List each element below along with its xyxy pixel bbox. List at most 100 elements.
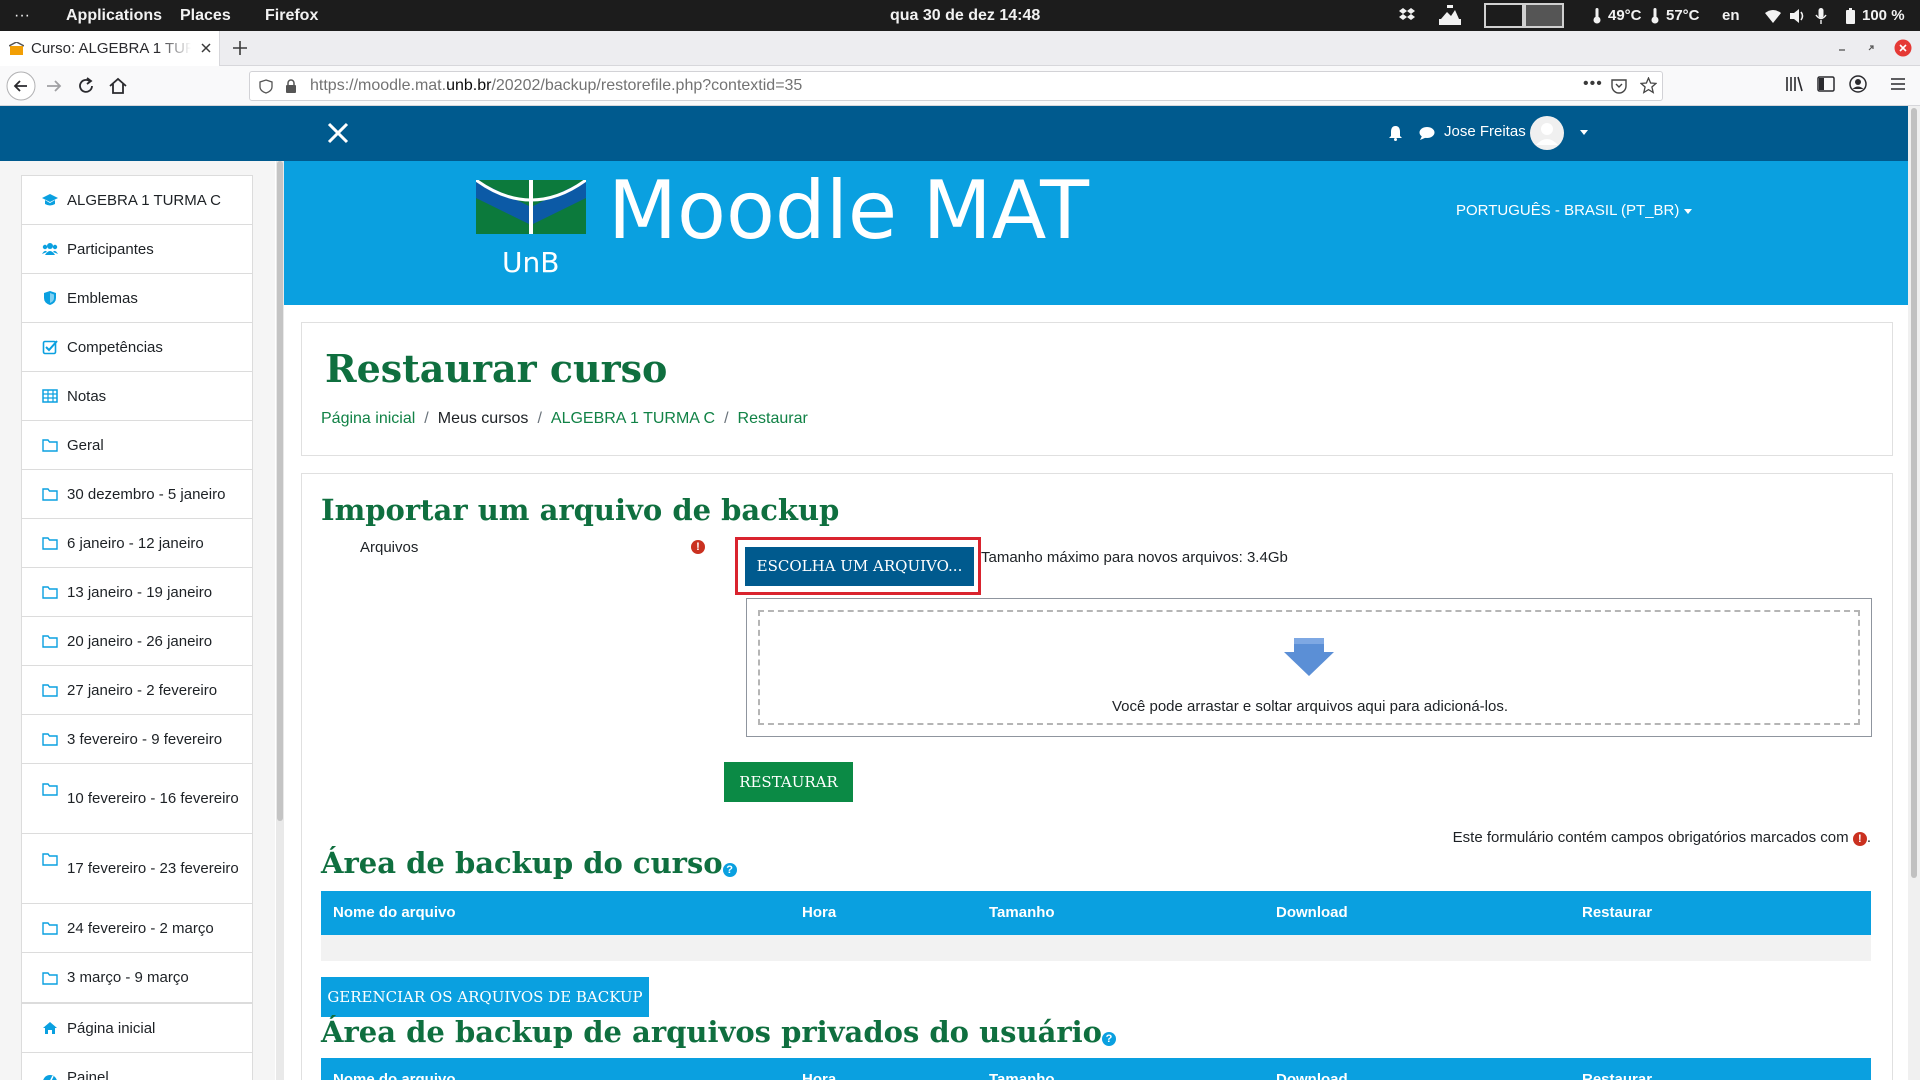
course-backup-table-empty-row [321, 935, 1871, 961]
applications-menu[interactable]: Applications [66, 0, 162, 31]
pocket-icon[interactable] [1611, 78, 1627, 94]
folder-icon [42, 584, 58, 600]
drawer-item-course[interactable]: ALGEBRA 1 TURMA C [22, 176, 252, 225]
users-icon [42, 241, 58, 257]
manage-backup-files-button[interactable]: GERENCIAR OS ARQUIVOS DE BACKUP [321, 977, 649, 1017]
choose-file-button[interactable]: ESCOLHA UM ARQUIVO... [745, 547, 974, 586]
drawer-item-section-5[interactable]: 27 janeiro - 2 fevereiro [22, 666, 252, 715]
user-name[interactable]: Jose Freitas [1444, 123, 1526, 140]
url-text[interactable]: https://moodle.mat.unb.br/20202/backup/r… [310, 77, 802, 95]
column-header-size: Tamanho [989, 1071, 1055, 1080]
folder-icon [42, 486, 58, 502]
address-bar[interactable]: https://moodle.mat.unb.br/20202/backup/r… [249, 71, 1663, 101]
dropbox-icon[interactable] [1398, 7, 1416, 24]
file-drop-area[interactable]: Você pode arrastar e soltar arquivos aqu… [746, 598, 1872, 737]
keyboard-layout[interactable]: en [1722, 0, 1740, 31]
activities-button[interactable]: ··· [14, 0, 30, 31]
drawer-item-section-2[interactable]: 6 janeiro - 12 janeiro [22, 519, 252, 568]
folder-icon [42, 920, 58, 936]
breadcrumb-meus-cursos: Meus cursos [437, 410, 529, 427]
user-menu-caret-icon[interactable] [1580, 130, 1588, 135]
drawer-item-section-9[interactable]: 24 fevereiro - 2 março [22, 904, 252, 953]
drawer-item-emblemas[interactable]: Emblemas [22, 274, 252, 323]
drawer-item-pagina-inicial[interactable]: Página inicial [22, 1004, 252, 1053]
breadcrumb: Página inicial / Meus cursos / ALGEBRA 1 TUR… [321, 410, 808, 427]
import-backup-heading: Importar um arquivo de backup [321, 493, 840, 527]
unb-logo-emblem [476, 180, 586, 234]
screenshot-icon[interactable] [1438, 5, 1462, 26]
folder-icon [42, 633, 58, 649]
drawer-item-section-7[interactable]: 10 fevereiro - 16 fevereiro [22, 764, 252, 834]
required-field-icon: ! [691, 540, 705, 554]
clock[interactable]: qua 30 de dez 14:48 [890, 0, 1040, 31]
minimize-window-icon[interactable] [1837, 43, 1847, 53]
microphone-icon[interactable] [1815, 8, 1827, 24]
site-logo-title[interactable]: Moodle MAT [608, 164, 1089, 258]
page-actions-menu[interactable]: ••• [1583, 75, 1603, 93]
firefox-app-menu[interactable]: Firefox [265, 0, 318, 31]
tracking-shield-icon[interactable] [259, 79, 273, 94]
hamburger-menu-icon[interactable] [1888, 74, 1912, 98]
lock-icon[interactable] [285, 79, 297, 94]
library-icon[interactable] [1784, 74, 1808, 98]
breadcrumb-restaurar[interactable]: Restaurar [738, 410, 808, 427]
drawer-item-notas[interactable]: Notas [22, 372, 252, 421]
messages-chat-icon[interactable] [1419, 126, 1435, 141]
bookmark-star-icon[interactable] [1640, 77, 1657, 94]
drawer-item-section-6[interactable]: 3 fevereiro - 9 fevereiro [22, 715, 252, 764]
drawer-item-section-3[interactable]: 13 janeiro - 19 janeiro [22, 568, 252, 617]
drawer-item-competencias[interactable]: Competências [22, 323, 252, 372]
reload-button[interactable] [74, 74, 98, 98]
site-navigation-list: Página inicial Painel [21, 1003, 253, 1080]
drawer-item-section-0[interactable]: Geral [22, 421, 252, 470]
drawer-scrollbar[interactable] [276, 161, 284, 1080]
system-top-bar: ··· Applications Places Firefox qua 30 d… [0, 0, 1920, 31]
folder-icon [42, 851, 58, 867]
page-scrollbar[interactable] [1908, 106, 1920, 1080]
column-header-filename: Nome do arquivo [333, 904, 456, 921]
workspace-1[interactable] [1484, 3, 1524, 28]
close-drawer-icon[interactable] [326, 121, 350, 145]
drawer-item-participantes[interactable]: Participantes [22, 225, 252, 274]
thermometer-icon [1593, 8, 1601, 24]
places-menu[interactable]: Places [180, 0, 231, 31]
user-backup-heading: Área de backup de arquivos privados do u… [321, 1015, 1117, 1049]
required-fields-note: Este formulário contém campos obrigatóri… [1452, 829, 1871, 846]
breadcrumb-course[interactable]: ALGEBRA 1 TURMA C [551, 410, 715, 427]
column-header-size: Tamanho [989, 904, 1055, 921]
browser-tab-active[interactable]: Curso: ALGEBRA 1 TURMA C [0, 31, 220, 66]
close-window-icon[interactable] [1894, 39, 1912, 57]
drawer-item-painel[interactable]: Painel [22, 1053, 252, 1080]
folder-icon [42, 682, 58, 698]
drawer-item-section-1[interactable]: 30 dezembro - 5 janeiro [22, 470, 252, 519]
wifi-icon[interactable] [1765, 9, 1781, 23]
column-header-restore: Restaurar [1582, 1071, 1653, 1080]
battery-icon[interactable] [1846, 8, 1855, 24]
restore-button[interactable]: RESTAURAR [724, 762, 853, 802]
home-icon [42, 1020, 58, 1036]
sidebar-toggle-icon[interactable] [1816, 74, 1840, 98]
volume-icon[interactable] [1790, 9, 1806, 23]
required-field-icon: ! [1852, 832, 1867, 846]
help-icon[interactable]: ? [1102, 1032, 1117, 1046]
avatar[interactable] [1530, 116, 1564, 150]
language-selector[interactable]: PORTUGUÊS - BRASIL (PT_BR) [1456, 202, 1692, 219]
home-button[interactable] [106, 74, 130, 98]
notifications-bell-icon[interactable] [1388, 125, 1403, 141]
new-tab-icon[interactable] [232, 40, 248, 56]
forward-button[interactable] [42, 74, 66, 98]
account-icon[interactable] [1848, 74, 1872, 98]
battery-level[interactable]: 100 % [1862, 0, 1905, 31]
help-icon[interactable]: ? [722, 863, 737, 877]
course-backup-table-header: Nome do arquivo Hora Tamanho Download Re… [321, 891, 1871, 935]
files-field-label: Arquivos [360, 539, 419, 556]
maximize-window-icon[interactable] [1866, 43, 1876, 53]
breadcrumb-pagina-inicial[interactable]: Página inicial [321, 410, 415, 427]
back-button[interactable] [6, 71, 36, 101]
download-arrow-icon [1284, 638, 1334, 676]
drawer-item-section-10[interactable]: 3 março - 9 março [22, 953, 252, 1002]
drawer-item-section-4[interactable]: 20 janeiro - 26 janeiro [22, 617, 252, 666]
drawer-item-section-8[interactable]: 17 fevereiro - 23 fevereiro [22, 834, 252, 904]
close-tab-icon[interactable] [199, 41, 213, 55]
workspace-2[interactable] [1524, 3, 1564, 28]
